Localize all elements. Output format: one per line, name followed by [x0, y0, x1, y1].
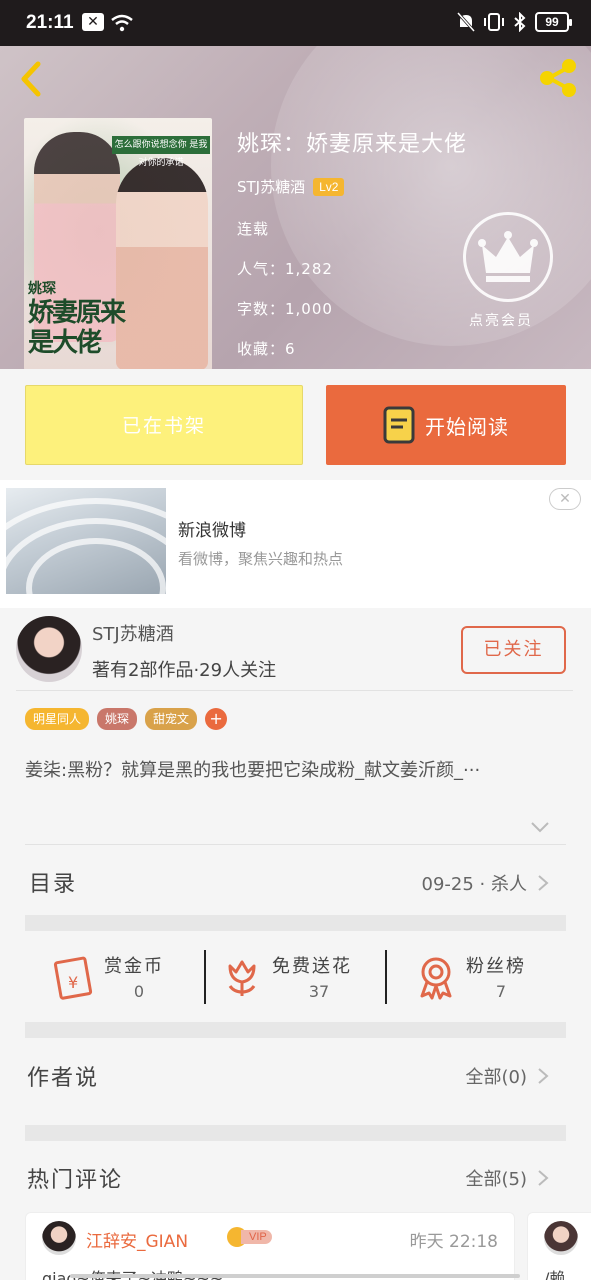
book-header: 怎么跟你说想念你 是我对你的承诺 姚琛 娇妻原来是大佬 姚琛：娇妻原来是大佬 S…	[0, 46, 591, 369]
status-time: 21:11	[26, 12, 74, 33]
stat-value: 7	[495, 982, 507, 1001]
stat-separator	[204, 950, 206, 1004]
section-separator	[25, 915, 566, 931]
vip-badge-label: VIP	[241, 1230, 272, 1244]
book-favorites: 收藏：6	[237, 340, 296, 358]
battery-icon: 99	[535, 12, 572, 32]
commenter-avatar[interactable]	[544, 1221, 578, 1255]
tag-item[interactable]: 甜宠文	[145, 708, 198, 730]
tag-list: 明星同人 姚琛 甜宠文 +	[25, 708, 228, 730]
mute-icon	[457, 12, 475, 32]
vip-button[interactable]	[463, 212, 553, 302]
ad-banner[interactable]: 新浪微博 看微博，聚焦兴趣和热点 ✕	[0, 480, 591, 608]
divider	[16, 690, 573, 691]
toc-label[interactable]: 目录	[29, 866, 77, 898]
toc-latest[interactable]: 09-25 · 杀人	[422, 870, 549, 896]
chevron-down-icon[interactable]	[530, 820, 550, 834]
bluetooth-icon	[514, 12, 526, 32]
book-word-count: 字数：1,000	[237, 300, 333, 318]
stat-fan-ranking[interactable]: 粉丝榜 7	[416, 950, 566, 1006]
comment-time: 昨天 22:18	[409, 1232, 498, 1252]
stat-separator	[385, 950, 387, 1004]
stat-label: 粉丝榜	[466, 956, 526, 977]
wifi-icon	[111, 14, 133, 32]
stat-value: 37	[308, 982, 330, 1001]
hot-comments-count: 全部(5)	[465, 1169, 528, 1190]
follow-button[interactable]: 已关注	[461, 626, 566, 674]
start-reading-label: 开始阅读	[425, 414, 509, 439]
author-avatar[interactable]	[16, 616, 82, 682]
toc-latest-chapter: 09-25 · 杀人	[421, 874, 527, 895]
commenter-name[interactable]: 江辞安_GIAN	[86, 1227, 188, 1252]
author-says-label[interactable]: 作者说	[27, 1060, 99, 1092]
chevron-right-icon	[538, 1068, 549, 1084]
hot-comments-label[interactable]: 热门评论	[27, 1162, 123, 1194]
commenter-avatar[interactable]	[42, 1221, 76, 1255]
author-name: STJ苏糖酒	[92, 624, 174, 645]
chevron-right-icon	[538, 875, 549, 891]
book-cover[interactable]: 怎么跟你说想念你 是我对你的承诺 姚琛 娇妻原来是大佬	[24, 118, 212, 369]
book-popularity: 人气：1,282	[237, 260, 333, 278]
add-tag-button[interactable]: +	[205, 708, 228, 730]
cover-title: 娇妻原来是大佬	[28, 298, 126, 358]
section-separator	[25, 1022, 566, 1038]
status-bar: 21:11 ✕ 99	[0, 0, 591, 46]
divider	[25, 844, 566, 845]
ad-subtitle: 看微博，聚焦兴趣和热点	[178, 550, 344, 568]
comment-card[interactable]: 江辞安_GIAN VIP 昨天 22:18 giao~俺来了~冲鸭~~~	[25, 1212, 515, 1280]
vip-label: 点亮会员	[469, 313, 533, 329]
book-author[interactable]: STJ苏糖酒	[237, 176, 305, 197]
book-description: 姜柒:黑粉？就算是黑的我也要把它染成粉_献文姜沂颜_···	[25, 760, 481, 781]
cover-subtitle: 姚琛	[28, 281, 56, 297]
start-reading-button[interactable]: 开始阅读	[326, 385, 566, 465]
author-stats: 著有2部作品·29人关注	[92, 660, 277, 681]
stat-reward-coins[interactable]: ¥ 赏金币 0	[52, 950, 202, 1006]
svg-text:¥: ¥	[68, 973, 78, 992]
horizontal-scrollbar[interactable]	[70, 1274, 520, 1278]
stat-label: 赏金币	[104, 956, 164, 977]
book-icon	[383, 406, 415, 444]
share-icon[interactable]	[537, 56, 581, 100]
comment-text: /赖	[544, 1269, 566, 1280]
flower-icon	[228, 960, 256, 996]
vibrate-icon	[484, 13, 504, 31]
in-bookshelf-button[interactable]: 已在书架	[25, 385, 303, 465]
vip-badge: VIP	[227, 1227, 272, 1247]
chevron-right-icon	[538, 1170, 549, 1186]
comment-card[interactable]: /赖	[527, 1212, 591, 1280]
book-title: 姚琛：娇妻原来是大佬	[237, 132, 468, 157]
ad-close-button[interactable]: ✕	[549, 488, 581, 510]
tag-item[interactable]: 明星同人	[25, 708, 90, 730]
notification-icon: ✕	[82, 13, 104, 31]
level-badge: Lv2	[313, 177, 345, 196]
author-card[interactable]: STJ苏糖酒 著有2部作品·29人关注 已关注	[0, 608, 591, 692]
stat-label: 免费送花	[272, 956, 352, 977]
section-separator	[25, 1125, 566, 1141]
ad-image	[6, 488, 166, 594]
red-envelope-icon: ¥	[53, 956, 93, 1000]
cover-tag: 怎么跟你说想念你 是我对你的承诺	[112, 136, 210, 168]
author-says-count: 全部(0)	[465, 1067, 528, 1088]
ad-title: 新浪微博	[178, 521, 246, 541]
back-icon[interactable]	[16, 60, 46, 98]
author-says-all[interactable]: 全部(0)	[466, 1063, 550, 1089]
stat-free-flowers[interactable]: 免费送花 37	[222, 950, 382, 1006]
medal-icon	[420, 957, 452, 1000]
tag-item[interactable]: 姚琛	[97, 708, 138, 730]
crown-icon	[478, 231, 538, 282]
hot-comments-all[interactable]: 全部(5)	[466, 1165, 550, 1191]
book-status: 连载	[237, 220, 270, 238]
stat-value: 0	[133, 982, 145, 1001]
